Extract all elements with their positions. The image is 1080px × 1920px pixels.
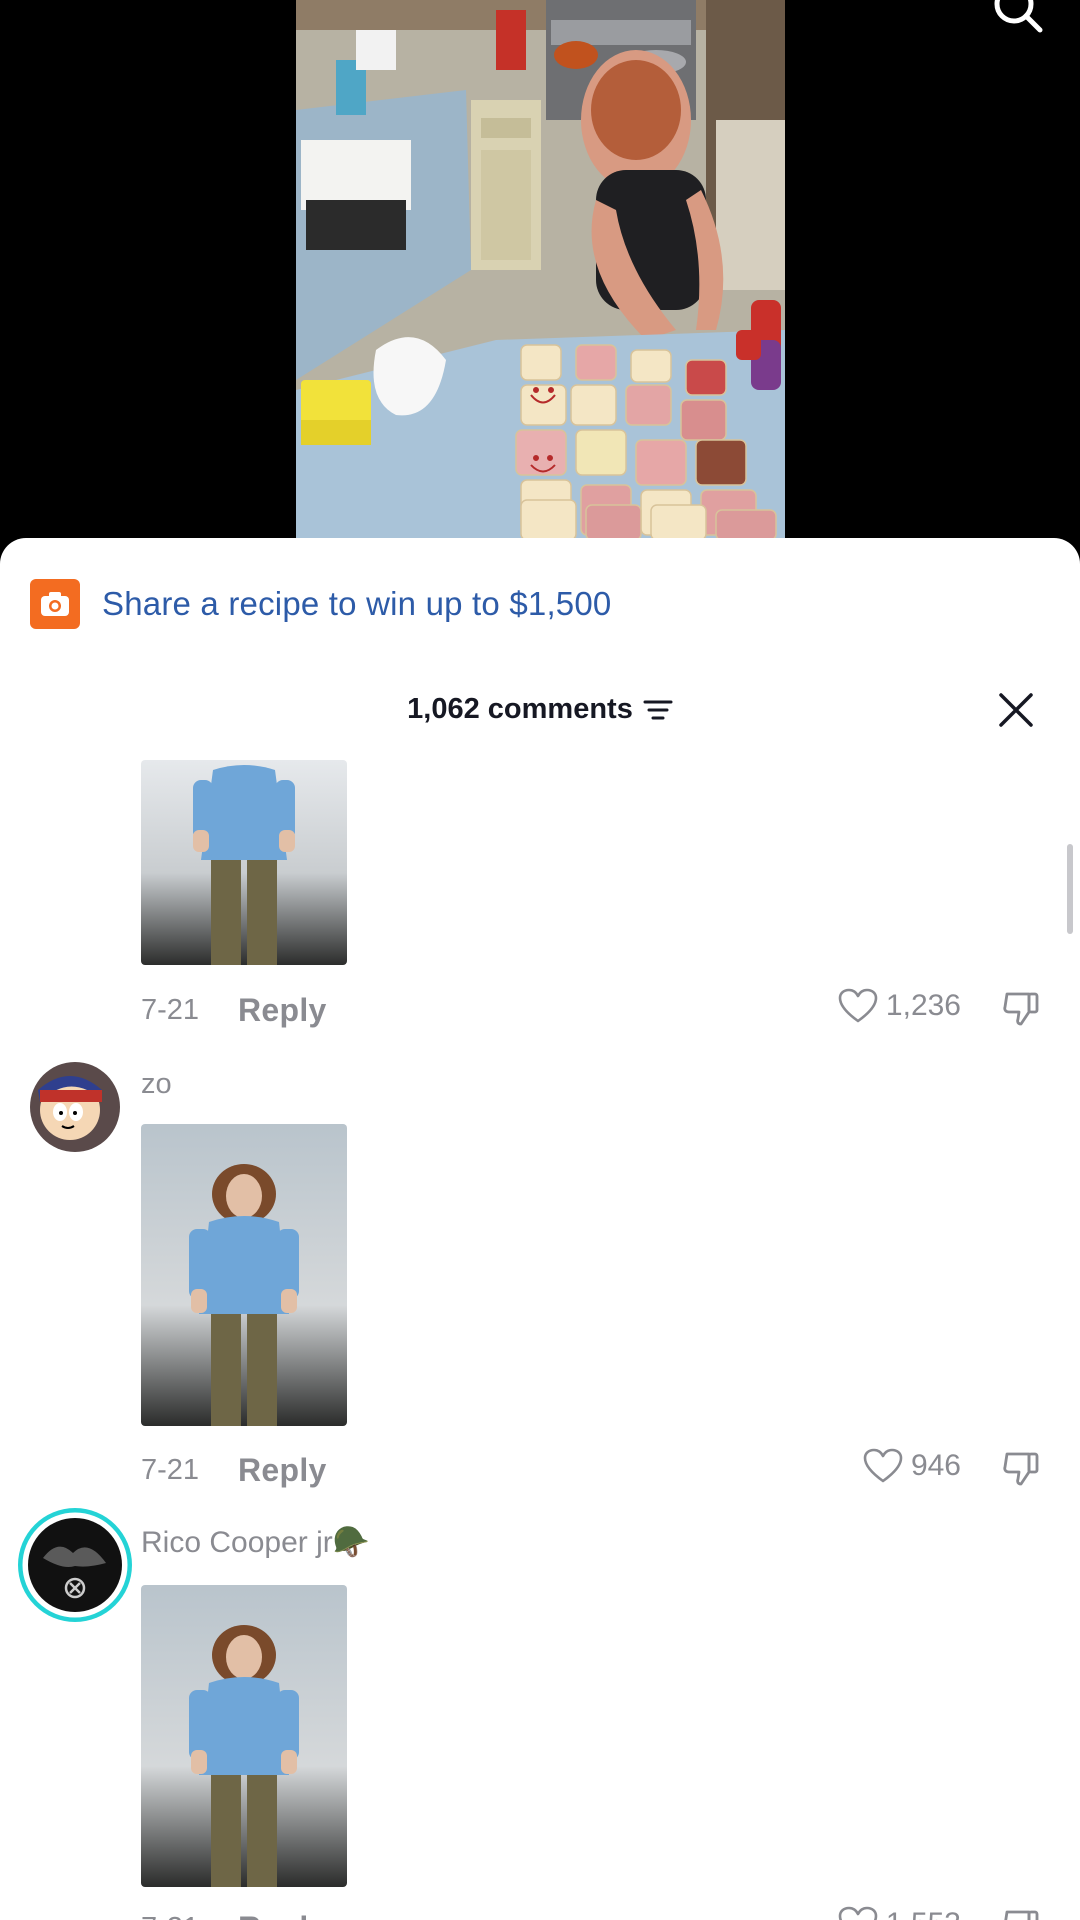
comments-sheet: Share a recipe to win up to $1,500 1,062… (0, 538, 1080, 1920)
like-count: 1,553 (886, 1907, 961, 1920)
comments-count-title: 1,062 comments (407, 693, 633, 725)
avatar[interactable] (18, 1508, 132, 1622)
reply-button[interactable]: Reply (238, 992, 327, 1029)
comment-image[interactable] (141, 1124, 347, 1426)
comment-image[interactable] (141, 1585, 347, 1887)
reply-button[interactable]: Reply (238, 1910, 327, 1920)
heart-icon (863, 1448, 903, 1483)
like-count: 946 (910, 1449, 961, 1482)
camera-icon (30, 579, 80, 629)
comments-header: 1,062 comments (0, 693, 1080, 726)
comment-date: 7-21 (141, 1454, 200, 1486)
comment-username[interactable]: zo (141, 1068, 172, 1101)
comment-meta: 7-21 Reply 1,236 (141, 988, 1041, 1032)
comment-image[interactable] (141, 760, 347, 965)
like-button[interactable]: 946 (863, 1448, 961, 1484)
like-count: 1,236 (885, 989, 961, 1022)
like-button[interactable]: 1,553 (838, 1906, 961, 1920)
search-button[interactable] (990, 0, 1046, 36)
thumbs-down-icon[interactable] (1001, 1448, 1041, 1488)
heart-icon (838, 1906, 878, 1920)
comment-date: 7-21 (141, 1912, 199, 1920)
heart-icon (838, 988, 878, 1023)
close-icon (999, 693, 1033, 727)
filter-icon[interactable] (643, 697, 673, 723)
video-frame[interactable] (296, 0, 785, 540)
search-icon (994, 0, 1043, 33)
avatar[interactable] (30, 1062, 120, 1152)
thumbs-down-icon[interactable] (1001, 1906, 1041, 1920)
promo-text[interactable]: Share a recipe to win up to $1,500 (102, 585, 611, 623)
scrollbar[interactable] (1067, 844, 1073, 934)
close-button[interactable] (996, 690, 1036, 730)
comment-username[interactable]: Rico Cooper jr🪖 (141, 1525, 370, 1560)
video-player[interactable] (0, 0, 1080, 540)
promo-banner[interactable]: Share a recipe to win up to $1,500 (30, 578, 611, 630)
comment-meta: 7-21 Reply 946 (141, 1448, 1041, 1492)
like-button[interactable]: 1,236 (838, 988, 961, 1024)
thumbs-down-icon[interactable] (1001, 988, 1041, 1028)
comment-meta: 7-21 Reply 1,553 (141, 1906, 1041, 1920)
comment-date: 7-21 (141, 994, 200, 1026)
reply-button[interactable]: Reply (238, 1452, 327, 1489)
